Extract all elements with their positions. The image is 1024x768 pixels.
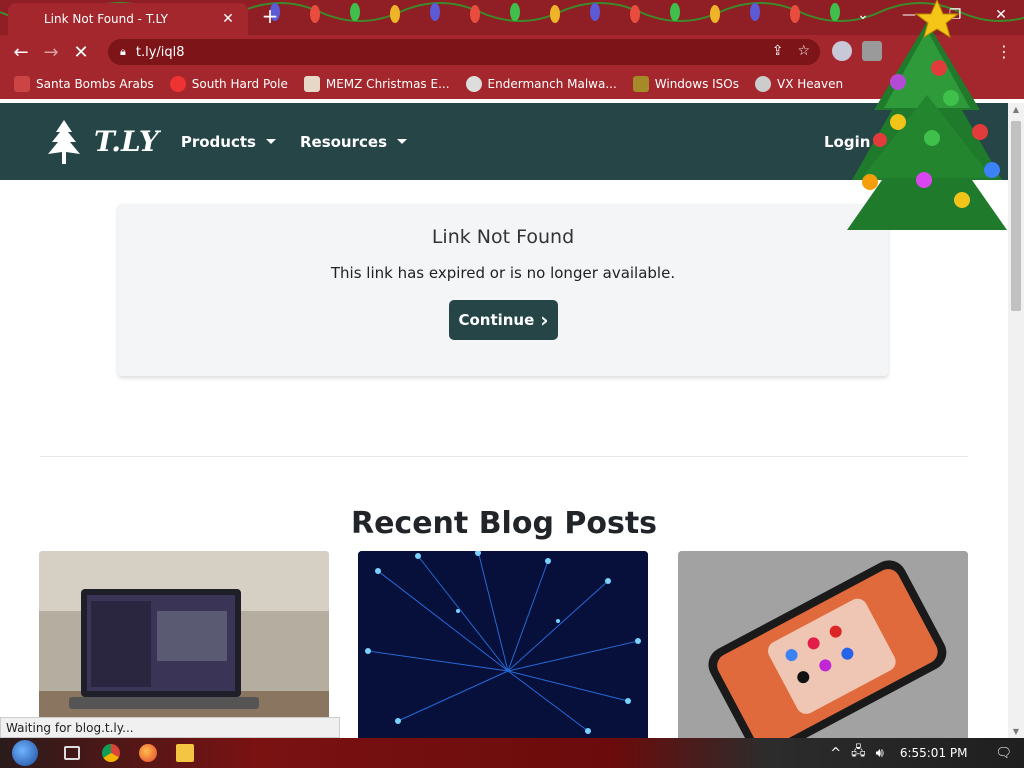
blog-post-card[interactable]	[358, 551, 648, 738]
share-icon[interactable]: ⇪	[772, 43, 784, 59]
tab-title: Link Not Found - T.LY	[44, 12, 168, 26]
nav-label: Products	[180, 132, 256, 151]
bookmark-item[interactable]: Santa Bombs Arabs	[14, 76, 154, 92]
blog-post-card[interactable]	[678, 551, 968, 738]
firefox-icon[interactable]	[139, 744, 157, 762]
laptop-photo	[39, 551, 329, 738]
nav-label: Resources	[299, 132, 387, 151]
notifications-icon[interactable]: 🗨︎	[995, 746, 1012, 761]
bookmark-item[interactable]: Endermanch Malwa...	[465, 76, 617, 92]
caret-down-icon	[265, 139, 276, 144]
bookmark-item[interactable]: South Hard Pole	[169, 76, 288, 92]
continue-button[interactable]: Continue ›	[449, 300, 558, 340]
bookmark-favicon-icon	[14, 76, 30, 92]
blog-post-card[interactable]	[39, 551, 329, 738]
chrome-icon[interactable]	[102, 744, 120, 762]
scroll-down-icon[interactable]: ▼	[1008, 727, 1024, 736]
bookmark-item[interactable]: MEMZ Christmas E...	[303, 76, 450, 92]
chevron-right-icon: ›	[540, 308, 549, 332]
smartphone-photo	[678, 551, 968, 738]
system-tray: ^ 🖧︎ 🔊︎ 6:55:01 PM 🗨︎	[830, 738, 1024, 768]
fiber-optic-photo	[358, 551, 648, 738]
url-text: t.ly/iql8	[135, 44, 185, 60]
link-not-found-card: Link Not Found This link has expired or …	[118, 204, 888, 376]
lock-icon: 🔒︎	[120, 45, 126, 58]
card-title: Link Not Found	[431, 226, 575, 248]
site-logo[interactable]: T.LY	[42, 118, 159, 166]
back-button[interactable]: ←	[6, 37, 36, 67]
start-button[interactable]	[12, 740, 38, 766]
status-bubble: Waiting for blog.t.ly...	[0, 717, 340, 738]
address-bar[interactable]: 🔒︎ t.ly/iql8 ⇪ ☆	[108, 39, 820, 65]
forward-button[interactable]: →	[36, 37, 66, 67]
file-explorer-icon[interactable]	[176, 744, 194, 762]
stop-loading-button[interactable]: ✕	[66, 37, 96, 67]
bookmark-item[interactable]: Windows ISOs	[632, 76, 739, 92]
continue-label: Continue	[458, 311, 535, 329]
card-message: This link has expired or is no longer av…	[330, 264, 676, 282]
task-view-icon[interactable]	[64, 746, 80, 760]
browser-tab[interactable]: Link Not Found - T.LY ✕	[8, 3, 248, 35]
page-content: Link Not Found This link has expired or …	[0, 180, 1008, 738]
scroll-thumb[interactable]	[1011, 121, 1021, 311]
network-icon[interactable]: 🖧︎	[851, 742, 866, 764]
bookmark-favicon-icon	[632, 76, 649, 92]
bookmark-favicon-icon	[755, 76, 771, 92]
omnibox-actions: ⇪ ☆	[772, 43, 810, 59]
tree-logo-icon	[48, 119, 80, 164]
new-tab-button[interactable]: +	[258, 6, 282, 28]
clock[interactable]: 6:55:01 PM	[900, 746, 968, 760]
bookmark-favicon-icon	[465, 76, 482, 92]
bookmark-favicon-icon	[169, 76, 186, 92]
bookmark-favicon-icon	[303, 76, 320, 92]
logo-text: T.LY	[94, 125, 159, 158]
caret-down-icon	[397, 139, 407, 144]
nav-products[interactable]: Products	[181, 133, 276, 151]
screen: Link Not Found - T.LY ✕ + ⌄ — ❐ ✕ ← → ✕ …	[0, 0, 1024, 768]
tab-close-icon[interactable]: ✕	[220, 11, 236, 27]
nav-resources[interactable]: Resources	[300, 133, 407, 151]
blog-heading: Recent Blog Posts	[350, 506, 658, 541]
windows-taskbar: ^ 🖧︎ 🔊︎ 6:55:01 PM 🗨︎	[0, 738, 1024, 768]
christmas-tree-decoration	[847, 0, 1007, 230]
bookmark-item[interactable]: VX Heaven	[755, 76, 843, 92]
bookmark-star-icon[interactable]: ☆	[797, 43, 810, 59]
section-divider	[40, 456, 968, 457]
volume-icon[interactable]: 🔊︎	[876, 746, 884, 761]
chevron-up-icon[interactable]: ^	[830, 746, 841, 761]
